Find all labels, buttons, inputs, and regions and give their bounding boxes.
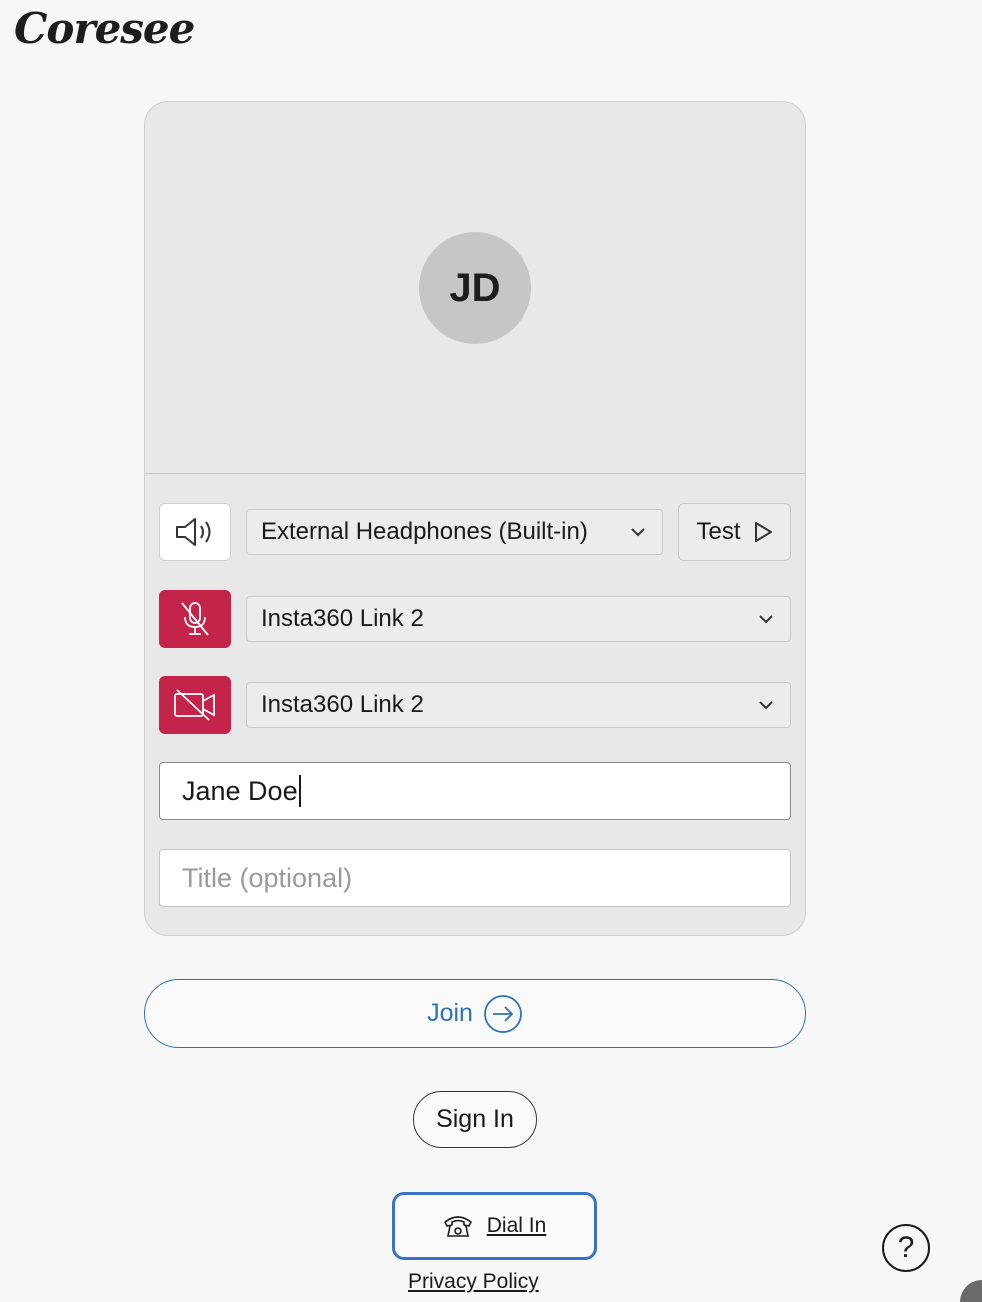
play-icon [754,522,772,542]
title-input-placeholder: Title (optional) [182,862,353,893]
speaker-button[interactable] [159,503,231,561]
name-input-value: Jane Doe [182,775,298,806]
title-input[interactable]: Title (optional) [159,849,791,907]
camera-toggle-button[interactable] [159,676,231,734]
join-label: Join [427,999,473,1027]
camera-select[interactable]: Insta360 Link 2 [246,682,791,728]
chevron-down-icon [759,615,773,624]
camera-select-value: Insta360 Link 2 [261,691,424,718]
name-input[interactable]: Jane Doe [159,762,791,820]
chevron-down-icon [759,701,773,710]
speaker-icon [176,518,211,546]
dial-in-label: Dial In [486,1214,547,1237]
mic-toggle-button[interactable] [159,590,231,648]
text-caret [298,775,301,807]
speaker-select-value: External Headphones (Built-in) [261,518,588,545]
arrow-right-circle-icon [484,994,522,1033]
camera-off-icon [174,689,215,721]
prejoin-card: JD External Headphones (Built-in) Test I… [144,101,806,936]
speaker-select[interactable]: External Headphones (Built-in) [246,509,663,555]
dial-in-button[interactable]: Dial In [392,1192,597,1260]
window-corner [960,1280,982,1302]
microphone-select-value: Insta360 Link 2 [261,605,424,632]
privacy-policy-link[interactable]: Privacy Policy [408,1270,539,1294]
avatar: JD [419,232,531,344]
sign-in-button[interactable]: Sign In [413,1091,537,1148]
video-preview: JD [145,102,805,474]
mic-off-icon [181,602,209,636]
app-logo: Coresee [14,4,195,53]
microphone-select[interactable]: Insta360 Link 2 [246,596,791,642]
join-button[interactable]: Join [144,979,806,1048]
chevron-down-icon [631,528,645,537]
test-speaker-button[interactable]: Test [678,503,791,561]
test-label: Test [696,518,741,545]
phone-icon [443,1216,472,1237]
help-button[interactable]: ? [882,1224,930,1272]
